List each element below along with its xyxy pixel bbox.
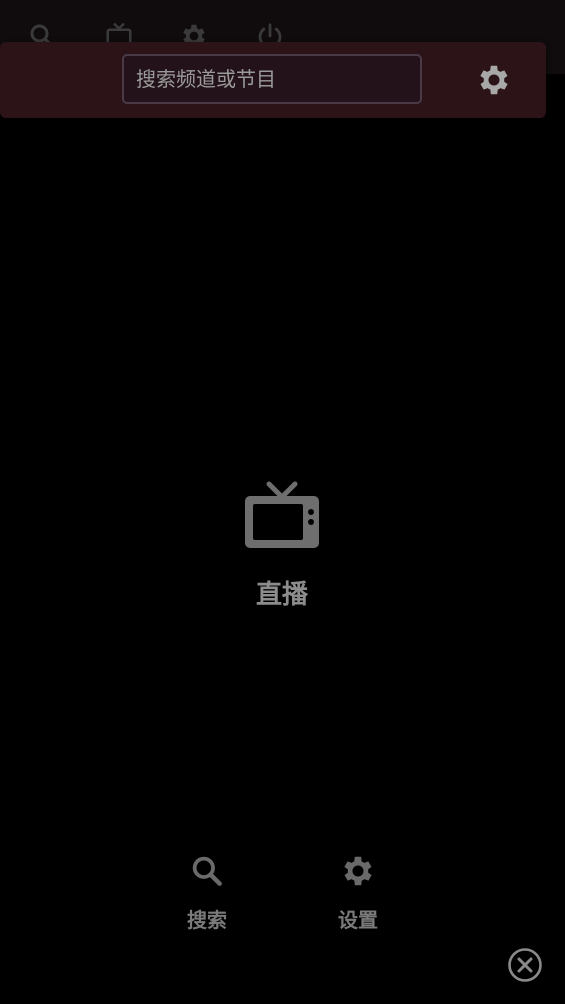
tv-icon — [245, 481, 319, 548]
settings-gear-icon[interactable] — [474, 60, 514, 100]
bottom-search-label: 搜索 — [187, 908, 227, 932]
bottom-settings-button[interactable]: 设置 — [318, 852, 398, 933]
live-label: 直播 — [255, 580, 308, 610]
search-overlay — [0, 42, 546, 118]
search-input[interactable] — [122, 54, 422, 104]
bottom-search-button[interactable]: 搜索 — [167, 852, 247, 933]
bottom-settings-label: 设置 — [338, 908, 378, 932]
live-tile[interactable]: 直播 — [222, 478, 342, 618]
gear-icon — [344, 856, 372, 886]
close-button[interactable] — [506, 946, 544, 984]
search-icon — [192, 856, 222, 886]
close-icon — [508, 948, 542, 982]
